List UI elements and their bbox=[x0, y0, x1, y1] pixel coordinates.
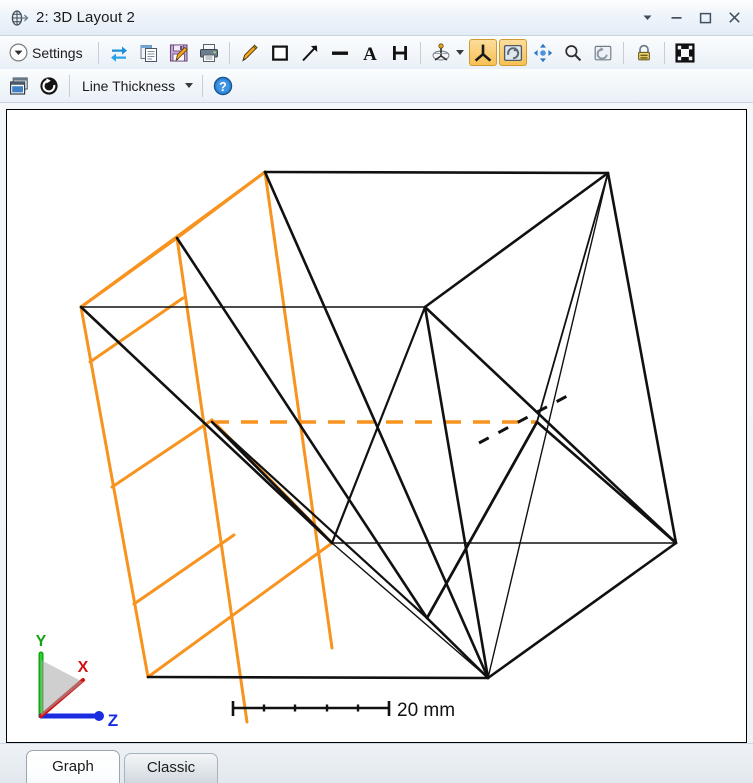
chevron-down-icon bbox=[456, 50, 464, 55]
svg-text:A: A bbox=[363, 44, 377, 64]
annotate-pencil-button[interactable] bbox=[236, 39, 264, 66]
layout-3d-canvas[interactable]: Y X Z 20 mm bbox=[6, 109, 747, 743]
toolbar-separator bbox=[420, 42, 421, 64]
tab-graph[interactable]: Graph bbox=[26, 750, 120, 783]
toolbar-secondary: Line Thickness ? bbox=[0, 69, 753, 103]
toolbar-separator bbox=[623, 42, 624, 64]
toolbar-separator bbox=[229, 42, 230, 64]
settings-button[interactable]: Settings bbox=[5, 39, 92, 66]
title-bar: 2: 3D Layout 2 bbox=[0, 0, 753, 36]
close-button[interactable] bbox=[720, 3, 749, 33]
axis-orientation-button[interactable] bbox=[469, 39, 497, 66]
dropdown-menu-button[interactable] bbox=[633, 3, 662, 33]
tile-grid-icon bbox=[674, 42, 696, 64]
thick-line-icon bbox=[329, 42, 351, 64]
toolbar-primary: Settings bbox=[0, 36, 753, 69]
chevron-down-circle-icon bbox=[8, 42, 29, 63]
reset-rotation-icon bbox=[592, 42, 614, 64]
tab-graph-label: Graph bbox=[52, 758, 94, 775]
pan-four-arrows-icon bbox=[532, 42, 554, 64]
copy-clipboard-button[interactable] bbox=[135, 39, 163, 66]
lock-icon bbox=[633, 42, 655, 64]
lock-button[interactable] bbox=[630, 39, 658, 66]
help-button[interactable]: ? bbox=[209, 72, 237, 99]
window-layout-button[interactable] bbox=[5, 72, 33, 99]
layout-window: 2: 3D Layout 2 Settings bbox=[0, 0, 753, 781]
lens-3d-layout-icon bbox=[8, 7, 30, 29]
toolbar-separator bbox=[202, 75, 203, 97]
window-title: 2: 3D Layout 2 bbox=[36, 9, 633, 26]
bottom-tab-strip: Graph Classic bbox=[0, 743, 753, 783]
copy-icon bbox=[138, 42, 160, 64]
refresh-arrows-icon bbox=[108, 42, 130, 64]
printer-icon bbox=[198, 42, 220, 64]
dimension-h-icon bbox=[389, 42, 411, 64]
axis-label-z: Z bbox=[108, 711, 118, 730]
save-button[interactable] bbox=[165, 39, 193, 66]
refresh-circle-icon bbox=[38, 75, 60, 97]
svg-text:?: ? bbox=[219, 80, 227, 94]
layout-3d-drawing: Y X Z 20 mm bbox=[7, 110, 746, 742]
toolbar-separator bbox=[98, 42, 99, 64]
axis-triad: Y X Z bbox=[36, 633, 119, 730]
text-a-icon: A bbox=[359, 42, 381, 64]
arrow-icon bbox=[299, 42, 321, 64]
render-mode-button[interactable] bbox=[427, 39, 467, 66]
reset-view-button[interactable] bbox=[589, 39, 617, 66]
line-thickness-dropdown[interactable]: Line Thickness bbox=[76, 72, 196, 99]
toolbar-separator bbox=[69, 75, 70, 97]
chevron-down-icon bbox=[185, 83, 193, 88]
tab-classic-label: Classic bbox=[147, 759, 195, 776]
window-layout-icon bbox=[8, 75, 30, 97]
save-floppy-pencil-icon bbox=[168, 42, 190, 64]
print-button[interactable] bbox=[195, 39, 223, 66]
rectangle-icon bbox=[269, 42, 291, 64]
magnifier-icon bbox=[562, 42, 584, 64]
zoom-button[interactable] bbox=[559, 39, 587, 66]
graph-canvas-area: Y X Z 20 mm bbox=[0, 103, 753, 743]
minimize-button[interactable] bbox=[662, 3, 691, 33]
annotate-text-button[interactable]: A bbox=[356, 39, 384, 66]
update-button[interactable] bbox=[105, 39, 133, 66]
line-thickness-label: Line Thickness bbox=[79, 78, 181, 94]
annotate-arrow-button[interactable] bbox=[296, 39, 324, 66]
render-mode-icon bbox=[430, 42, 452, 64]
annotate-line-button[interactable] bbox=[326, 39, 354, 66]
maximize-button[interactable] bbox=[691, 3, 720, 33]
ray-bundle-orange bbox=[81, 172, 332, 722]
help-question-icon: ? bbox=[212, 75, 234, 97]
rotate-view-button[interactable] bbox=[499, 39, 527, 66]
tile-windows-button[interactable] bbox=[671, 39, 699, 66]
annotate-dimension-button[interactable] bbox=[386, 39, 414, 66]
toolbar-separator bbox=[664, 42, 665, 64]
axis-label-x: X bbox=[78, 659, 89, 676]
axis-label-y: Y bbox=[36, 633, 47, 650]
settings-label: Settings bbox=[29, 45, 89, 61]
scale-bar-label: 20 mm bbox=[397, 700, 455, 721]
tab-classic[interactable]: Classic bbox=[124, 753, 218, 783]
axis-tripod-icon bbox=[472, 42, 494, 64]
annotate-rectangle-button[interactable] bbox=[266, 39, 294, 66]
pan-button[interactable] bbox=[529, 39, 557, 66]
scale-bar: 20 mm bbox=[232, 700, 455, 721]
window-controls bbox=[633, 3, 749, 33]
pencil-icon bbox=[239, 42, 261, 64]
rotate-in-frame-icon bbox=[502, 42, 524, 64]
refresh-button[interactable] bbox=[35, 72, 63, 99]
